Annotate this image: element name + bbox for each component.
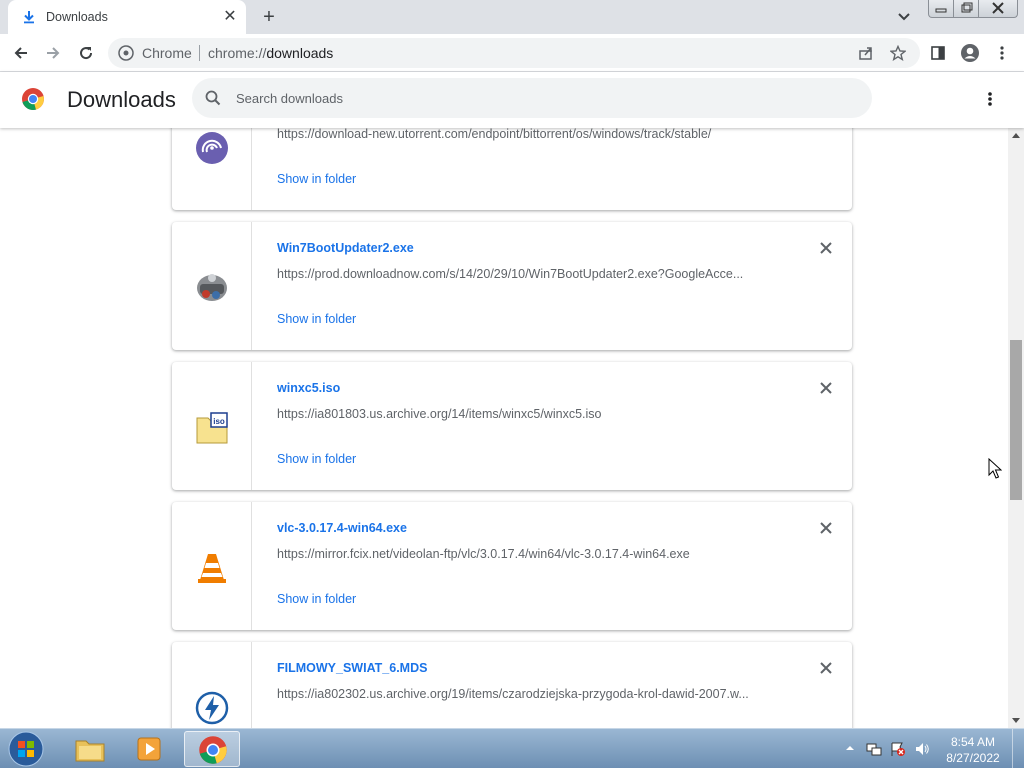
show-in-folder-link[interactable]: Show in folder [277,172,356,186]
file-icon-column [172,642,252,728]
download-item: vlc-3.0.17.4-win64.exe https://mirror.fc… [172,502,852,630]
download-filename[interactable]: winxc5.iso [277,381,340,395]
search-input[interactable] [236,78,836,118]
downloads-list: https://download-new.utorrent.com/endpoi… [0,128,1008,728]
win7bootupdater-icon [197,274,227,301]
taskbar-media-player[interactable] [122,731,178,767]
chrome-logo-icon [22,88,44,110]
page-title: Downloads [67,87,176,112]
chrome-taskbar-icon [199,736,227,764]
side-panel-icon [931,46,945,60]
tab-close-button[interactable]: ✕ [222,9,238,25]
chrome-site-icon [118,45,134,61]
scroll-up-arrow-icon[interactable] [1011,131,1021,141]
show-in-folder-link[interactable]: Show in folder [277,312,356,326]
download-item: https://download-new.utorrent.com/endpoi… [172,128,852,210]
close-window-button[interactable] [978,0,1018,18]
minimize-icon [935,8,947,13]
show-in-folder-link[interactable]: Show in folder [277,592,356,606]
browser-menu-button[interactable] [990,41,1014,65]
new-tab-button[interactable]: + [258,6,280,28]
download-url[interactable]: https://download-new.utorrent.com/endpoi… [277,128,711,141]
browser-toolbar: Chrome chrome://downloads [0,34,1024,72]
close-icon [992,2,1004,14]
scroll-thumb[interactable] [1010,340,1022,500]
show-in-folder-link[interactable]: Show in folder [277,452,356,466]
mouse-cursor-icon [988,458,1002,479]
file-explorer-icon [75,740,105,762]
daemon-tools-icon [195,691,229,725]
download-item: Win7BootUpdater2.exe https://prod.downlo… [172,222,852,350]
search-icon [205,90,221,106]
remove-download-icon[interactable] [818,660,834,676]
scroll-down-arrow-icon[interactable] [1011,715,1021,725]
back-button[interactable] [9,41,33,65]
download-filename[interactable]: FILMOWY_SWIAT_6.MDS [277,661,427,675]
download-filename[interactable]: vlc-3.0.17.4-win64.exe [277,521,407,535]
tab-strip: Downloads ✕ + [0,0,1024,34]
volume-icon[interactable] [914,741,930,757]
url-path: downloads [266,45,334,61]
download-icon [24,11,34,24]
start-button-icon[interactable] [6,730,46,768]
file-icon-column: iso [172,362,252,490]
search-bar[interactable] [192,78,872,118]
svg-text:iso: iso [213,417,225,426]
side-panel-button[interactable] [926,41,950,65]
avatar-icon [961,44,979,62]
clock-date: 8/27/2022 [946,751,1000,765]
remove-download-icon[interactable] [818,520,834,536]
taskbar-explorer[interactable] [62,731,118,767]
minimize-button[interactable] [928,0,954,18]
reload-button[interactable] [74,41,98,65]
download-item: FILMOWY_SWIAT_6.MDS https://ia802302.us.… [172,642,852,728]
download-url[interactable]: https://ia802302.us.archive.org/19/items… [277,687,749,701]
action-center-flag-icon[interactable] [890,741,906,757]
file-icon-column [172,502,252,630]
network-icon[interactable] [866,741,882,757]
reload-icon [80,47,93,60]
tab-title: Downloads [46,10,108,24]
downloads-header: Downloads [0,72,1024,128]
forward-button[interactable] [41,41,65,65]
url-text: chrome://downloads [208,45,333,61]
restore-icon [961,2,973,13]
tab-downloads[interactable]: Downloads ✕ [8,0,246,34]
bittorrent-icon [196,132,228,164]
file-icon-column [172,128,252,210]
file-icon-column [172,222,252,350]
tray-overflow-icon[interactable] [845,743,855,753]
arrow-right-icon [47,47,60,59]
download-url[interactable]: https://ia801803.us.archive.org/14/items… [277,407,601,421]
restore-button[interactable] [953,0,979,18]
show-desktop-button[interactable] [1012,729,1024,769]
remove-download-icon[interactable] [818,380,834,396]
profile-button[interactable] [958,41,982,65]
downloads-menu-icon[interactable] [984,91,996,107]
address-bar[interactable]: Chrome chrome://downloads [108,38,920,68]
clock-time: 8:54 AM [950,735,996,749]
arrow-left-icon [14,47,27,59]
iso-file-icon: iso [196,412,228,444]
omnibox-separator [199,45,200,61]
remove-download-icon[interactable] [818,240,834,256]
kebab-menu-icon [1000,46,1004,60]
share-icon[interactable] [858,45,874,61]
download-filename[interactable]: Win7BootUpdater2.exe [277,241,414,255]
page-scrollbar[interactable] [1008,128,1024,728]
bookmark-star-icon[interactable] [890,45,906,61]
taskbar-chrome[interactable] [184,731,240,767]
download-url[interactable]: https://prod.downloadnow.com/s/14/20/29/… [277,267,743,281]
download-item: iso winxc5.iso https://ia801803.us.archi… [172,362,852,490]
tab-search-button[interactable] [894,8,914,26]
vlc-icon [198,554,226,583]
download-url[interactable]: https://mirror.fcix.net/videolan-ftp/vlc… [277,547,690,561]
clock[interactable]: 8:54 AM 8/27/2022 [940,734,1006,766]
site-chip: Chrome [142,45,192,61]
windows-taskbar: 8:54 AM 8/27/2022 [0,728,1024,769]
media-player-icon [137,737,161,761]
url-scheme: chrome:// [208,45,267,61]
